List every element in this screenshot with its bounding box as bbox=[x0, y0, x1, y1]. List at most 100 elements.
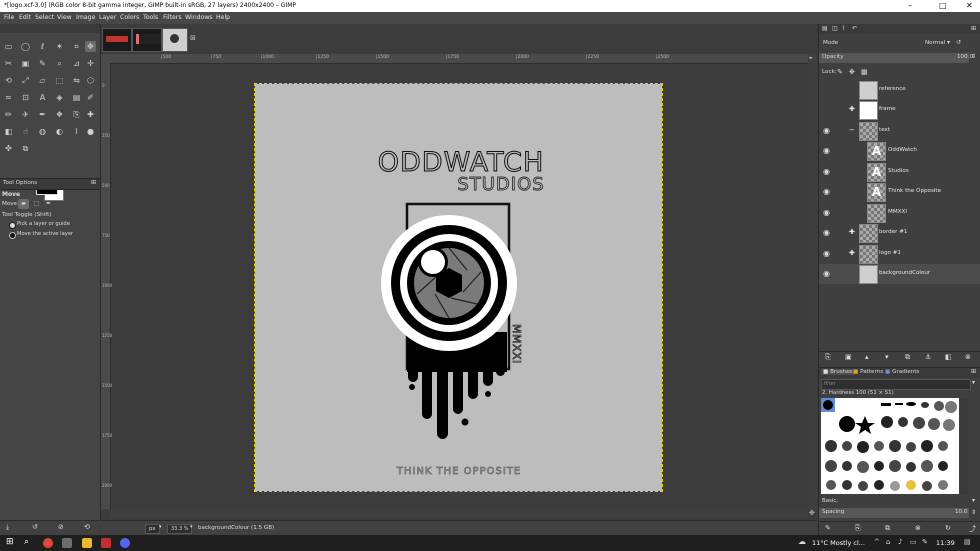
menu-view[interactable]: View bbox=[57, 14, 72, 21]
panel-menu-icon[interactable]: ⊞ bbox=[91, 179, 96, 186]
mode-select[interactable]: Normal bbox=[925, 40, 945, 46]
menu-edit[interactable]: Edit bbox=[19, 14, 31, 21]
handle-transform-icon[interactable]: ⊡ bbox=[20, 92, 31, 103]
menu-layer[interactable]: Layer bbox=[99, 14, 116, 21]
close-button[interactable]: ✕ bbox=[966, 1, 973, 10]
menu-colors[interactable]: Colors bbox=[120, 14, 139, 21]
file-explorer-icon[interactable] bbox=[82, 538, 92, 548]
brush-preset[interactable]: Basic, bbox=[822, 498, 838, 504]
layer-row[interactable]: reference bbox=[819, 80, 980, 100]
warp-icon[interactable]: ≈ bbox=[3, 92, 14, 103]
reset-options-icon[interactable]: ⟲ bbox=[84, 523, 90, 531]
unit-select[interactable]: px bbox=[145, 524, 160, 534]
anchor-layer-icon[interactable]: ⚓ bbox=[925, 353, 931, 361]
channels-tab-icon[interactable]: ◫ bbox=[832, 25, 838, 32]
panel-menu-icon[interactable]: ⊞ bbox=[971, 368, 976, 375]
airbrush-icon[interactable]: ✈ bbox=[20, 109, 31, 120]
eye-icon[interactable]: ◉ bbox=[823, 269, 833, 279]
tab-brushes[interactable]: ■ Brushes bbox=[821, 369, 855, 375]
volume-icon[interactable]: ♪ bbox=[898, 538, 902, 546]
layer-row[interactable]: ✚ frame bbox=[819, 100, 980, 120]
eye-icon[interactable]: ◉ bbox=[823, 187, 833, 197]
foreground-select-icon[interactable]: ▣ bbox=[20, 58, 31, 69]
app-icon[interactable] bbox=[101, 538, 111, 548]
edit-brush-icon[interactable]: ✎ bbox=[825, 524, 831, 532]
menu-tools[interactable]: Tools bbox=[143, 14, 158, 21]
layer-row[interactable]: ◉ A Studios bbox=[819, 162, 980, 182]
eye-icon[interactable]: ◉ bbox=[823, 167, 833, 177]
menu-help[interactable]: Help bbox=[216, 14, 230, 21]
brush-grid-scrollbar[interactable] bbox=[960, 398, 968, 494]
image-tab-2[interactable] bbox=[132, 28, 162, 52]
delete-options-icon[interactable]: ⊘ bbox=[58, 523, 64, 531]
paintbrush-icon[interactable]: ✐ bbox=[85, 92, 96, 103]
nav-icon[interactable]: ⌖ bbox=[809, 55, 812, 63]
fuzzy-select-icon[interactable]: ✶ bbox=[54, 41, 65, 52]
lock-position-icon[interactable]: ✥ bbox=[849, 68, 855, 76]
menu-windows[interactable]: Windows bbox=[185, 14, 213, 21]
heal-icon[interactable]: ✚ bbox=[85, 109, 96, 120]
image-canvas[interactable]: ODDWATCH STUDIOS MMXXI THINK THE OPPOSIT… bbox=[254, 83, 663, 492]
new-brush-icon[interactable]: ⎘ bbox=[855, 524, 861, 533]
radio-pick-layer[interactable] bbox=[9, 222, 16, 229]
shear-icon[interactable]: ▱ bbox=[37, 75, 48, 86]
align-icon[interactable]: ✛ bbox=[85, 58, 96, 69]
perspective-icon[interactable]: ⬚ bbox=[54, 75, 65, 86]
expand-icon[interactable]: ✚ bbox=[849, 249, 855, 257]
windows-start-icon[interactable]: ⊞ bbox=[6, 537, 14, 547]
chevron-down-icon[interactable]: ▾ bbox=[159, 524, 162, 530]
cage-icon[interactable]: ⬡ bbox=[85, 75, 96, 86]
layers-tab-icon[interactable]: ▤ bbox=[822, 25, 828, 32]
image-tab-1[interactable] bbox=[102, 28, 132, 52]
discord-icon[interactable] bbox=[120, 538, 130, 548]
chevron-down-icon[interactable]: ▾ bbox=[972, 497, 975, 504]
layer-row[interactable]: ◉ − text bbox=[819, 121, 980, 141]
chevron-down-icon[interactable]: ▾ bbox=[947, 39, 950, 46]
dodge-burn-icon[interactable]: ◐ bbox=[54, 126, 65, 137]
drop-icon[interactable]: ● bbox=[85, 126, 96, 137]
heal-brush-icon[interactable]: ✜ bbox=[3, 143, 14, 154]
menu-image[interactable]: Image bbox=[76, 14, 95, 21]
zoom-icon[interactable]: ⌕ bbox=[54, 58, 65, 69]
layer-row[interactable]: ◉ ✚ logo #1 bbox=[819, 244, 980, 264]
layer-row[interactable]: ◉ MMXXI bbox=[819, 203, 980, 223]
collapse-icon[interactable]: − bbox=[849, 126, 855, 134]
move-selection-mode-icon[interactable]: ⬚ bbox=[31, 199, 42, 209]
layer-row-selected[interactable]: ◉ backgroundColour bbox=[819, 264, 980, 284]
eye-icon[interactable]: ◉ bbox=[823, 249, 833, 259]
free-select-icon[interactable]: ℓ bbox=[37, 41, 48, 52]
network-icon[interactable]: ⌂ bbox=[886, 538, 890, 546]
rotate-icon[interactable]: ⟲ bbox=[3, 75, 14, 86]
gradient-icon[interactable]: ▤ bbox=[71, 92, 82, 103]
eye-icon[interactable]: ◉ bbox=[823, 146, 833, 156]
paths-tab-icon[interactable]: ⌇ bbox=[842, 25, 845, 32]
navigate-icon[interactable]: ✥ bbox=[809, 509, 815, 517]
eraser-icon[interactable]: ◧ bbox=[3, 126, 14, 137]
vertical-ruler[interactable]: 0 250 500 750 1000 1250 1500 1750 2000 bbox=[101, 63, 112, 509]
image-tab-active[interactable] bbox=[162, 28, 188, 52]
maximize-button[interactable]: □ bbox=[939, 1, 947, 10]
search-icon[interactable]: ⌕ bbox=[24, 537, 29, 547]
notification-icon[interactable]: ▤ bbox=[964, 538, 971, 546]
layer-row[interactable]: ◉ ✚ border #1 bbox=[819, 223, 980, 243]
vertical-scrollbar[interactable]: ⌖ bbox=[808, 54, 817, 509]
crop-icon[interactable]: ⌗ bbox=[71, 41, 82, 52]
lock-alpha-icon[interactable]: ▦ bbox=[861, 68, 868, 76]
clone-icon[interactable]: ⎘ bbox=[71, 109, 82, 120]
scissors-select-icon[interactable]: ✂ bbox=[3, 58, 14, 69]
tool-options-header[interactable]: Tool Options ⊞ bbox=[0, 178, 100, 190]
expand-icon[interactable]: ✚ bbox=[849, 105, 855, 113]
tab-close-icon[interactable]: ⊠ bbox=[190, 34, 196, 42]
horizontal-scrollbar[interactable] bbox=[110, 509, 808, 518]
layer-row[interactable]: ◉ A OddWatch bbox=[819, 141, 980, 161]
duplicate-layer-icon[interactable]: ⧉ bbox=[905, 353, 910, 362]
perspective-clone-icon[interactable]: ⧉ bbox=[20, 143, 31, 154]
eye-icon[interactable]: ◉ bbox=[823, 208, 833, 218]
paths-icon[interactable]: ⌇ bbox=[71, 126, 82, 137]
measure-icon[interactable]: ⊿ bbox=[71, 58, 82, 69]
chevron-down-icon[interactable]: ▾ bbox=[190, 524, 193, 530]
mask-icon[interactable]: ◧ bbox=[945, 353, 952, 361]
layer-row[interactable]: ◉ A Think the Opposite bbox=[819, 182, 980, 202]
ink-icon[interactable]: ✒ bbox=[37, 109, 48, 120]
mode-reset-icon[interactable]: ↺ bbox=[956, 39, 961, 46]
